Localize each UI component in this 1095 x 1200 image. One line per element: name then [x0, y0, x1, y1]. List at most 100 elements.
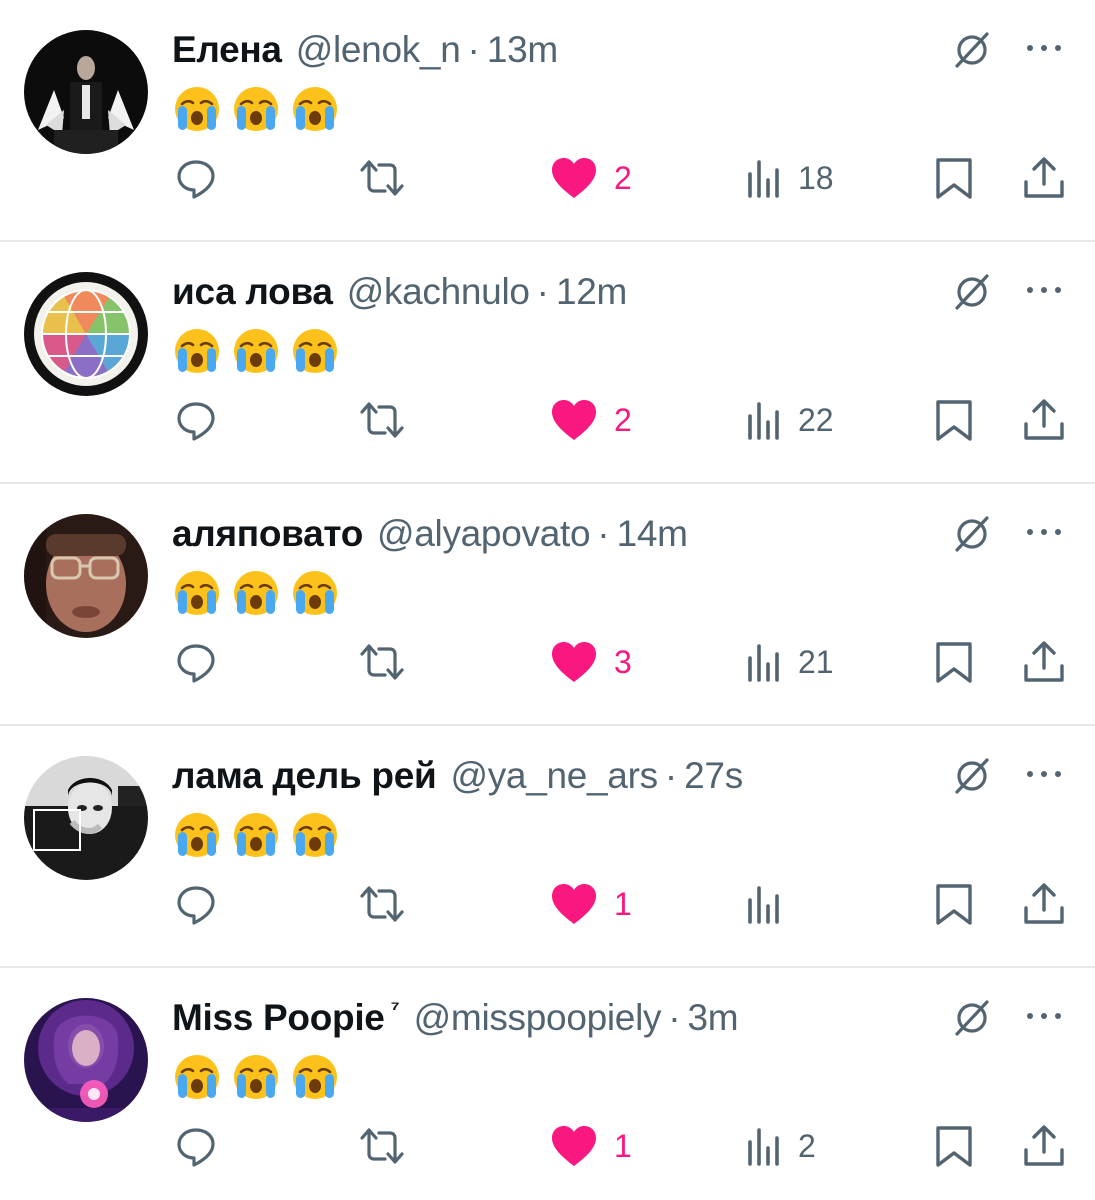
bookmark-button[interactable] — [932, 640, 976, 684]
retweet-button[interactable] — [358, 398, 406, 442]
crying-face-emoji — [231, 326, 281, 376]
tweet[interactable]: Miss Poopie ⁷ @misspoopiely · 3m 1 2 — [0, 968, 1095, 1200]
display-name[interactable]: иса лова — [172, 268, 333, 316]
grok-icon[interactable] — [950, 270, 994, 314]
like-count: 1 — [614, 1128, 632, 1164]
user-handle[interactable]: @misspoopiely — [414, 994, 662, 1042]
analytics-icon — [748, 1128, 779, 1166]
avatar[interactable] — [24, 30, 148, 154]
crying-face-emoji — [290, 810, 340, 860]
grok-icon[interactable] — [950, 754, 994, 798]
display-name[interactable]: лама дель рей — [172, 752, 437, 800]
tweet-text — [172, 810, 340, 858]
tweet-header: Miss Poopie ⁷ @misspoopiely · 3m — [172, 994, 739, 1042]
bookmark-icon — [936, 400, 972, 441]
timestamp[interactable]: 13m — [487, 26, 558, 74]
tweet[interactable]: аляповато @alyapovato · 14m 3 21 — [0, 484, 1095, 726]
bookmark-icon — [936, 158, 972, 199]
tweet[interactable]: иса лова @kachnulo · 12m 2 22 — [0, 242, 1095, 484]
retweet-icon — [360, 1128, 404, 1164]
grok-icon[interactable] — [950, 512, 994, 556]
heart-filled-icon — [552, 400, 596, 440]
user-handle[interactable]: @lenok_n — [296, 26, 461, 74]
display-name[interactable]: Miss Poopie — [172, 994, 385, 1042]
retweet-icon — [360, 160, 404, 196]
like-button[interactable]: 3 — [550, 640, 632, 684]
more-options-icon[interactable] — [1022, 520, 1066, 544]
share-button[interactable] — [1022, 398, 1066, 442]
like-button[interactable]: 1 — [550, 1124, 632, 1168]
more-options-icon[interactable] — [1022, 36, 1066, 60]
user-handle[interactable]: @alyapovato — [377, 510, 591, 558]
views-button[interactable]: 2 — [744, 1124, 816, 1168]
user-handle[interactable]: @ya_ne_ars — [450, 752, 658, 800]
reply-button[interactable] — [174, 1124, 218, 1168]
separator-dot: · — [467, 29, 480, 70]
grok-icon[interactable] — [950, 996, 994, 1040]
display-name[interactable]: Елена — [172, 26, 282, 74]
share-icon — [1024, 883, 1064, 924]
share-button[interactable] — [1022, 156, 1066, 200]
crying-face-emoji — [172, 810, 222, 860]
reply-button[interactable] — [174, 398, 218, 442]
heart-filled-icon — [552, 884, 596, 924]
crying-face-emoji — [172, 326, 222, 376]
like-count: 2 — [614, 402, 632, 438]
reply-button[interactable] — [174, 882, 218, 926]
analytics-icon — [748, 402, 779, 440]
like-button[interactable]: 2 — [550, 156, 632, 200]
heart-filled-icon — [552, 642, 596, 682]
timestamp[interactable]: 14m — [617, 510, 688, 558]
bookmark-button[interactable] — [932, 882, 976, 926]
more-options-icon[interactable] — [1022, 762, 1066, 786]
tweet[interactable]: лама дель рей @ya_ne_ars · 27s 1 — [0, 726, 1095, 968]
display-name[interactable]: аляповато — [172, 510, 363, 558]
timestamp[interactable]: 12m — [556, 268, 627, 316]
more-options-icon[interactable] — [1022, 1004, 1066, 1028]
avatar[interactable] — [24, 272, 148, 396]
like-count: 2 — [614, 160, 632, 196]
grok-icon[interactable] — [950, 28, 994, 72]
tweet-actions: 2 22 — [0, 398, 1095, 442]
timestamp[interactable]: 3m — [688, 994, 739, 1042]
name-badge: ⁷ — [390, 996, 400, 1021]
retweet-button[interactable] — [358, 156, 406, 200]
share-button[interactable] — [1022, 640, 1066, 684]
crying-face-emoji — [172, 568, 222, 618]
views-count: 2 — [798, 1128, 816, 1164]
avatar[interactable] — [24, 514, 148, 638]
views-count: 18 — [798, 160, 834, 196]
reply-button[interactable] — [174, 640, 218, 684]
tweet[interactable]: Елена @lenok_n · 13m 2 18 — [0, 0, 1095, 242]
timestamp[interactable]: 27s — [684, 752, 743, 800]
tweet-header: аляповато @alyapovato · 14m — [172, 510, 688, 558]
avatar[interactable] — [24, 998, 148, 1122]
views-button[interactable]: 18 — [744, 156, 834, 200]
crying-face-emoji — [290, 326, 340, 376]
like-button[interactable]: 2 — [550, 398, 632, 442]
bookmark-button[interactable] — [932, 398, 976, 442]
share-icon — [1024, 641, 1064, 682]
share-button[interactable] — [1022, 1124, 1066, 1168]
like-count: 3 — [614, 644, 632, 680]
share-button[interactable] — [1022, 882, 1066, 926]
views-button[interactable]: 22 — [744, 398, 834, 442]
like-button[interactable]: 1 — [550, 882, 632, 926]
bookmark-icon — [936, 642, 972, 683]
views-button[interactable] — [744, 882, 798, 926]
more-options-icon[interactable] — [1022, 278, 1066, 302]
reply-button[interactable] — [174, 156, 218, 200]
avatar[interactable] — [24, 756, 148, 880]
bookmark-button[interactable] — [932, 156, 976, 200]
analytics-icon — [748, 644, 779, 682]
bookmark-icon — [936, 1126, 972, 1167]
retweet-icon — [360, 644, 404, 680]
retweet-button[interactable] — [358, 882, 406, 926]
views-button[interactable]: 21 — [744, 640, 834, 684]
share-icon — [1024, 157, 1064, 198]
retweet-button[interactable] — [358, 1124, 406, 1168]
crying-face-emoji — [290, 568, 340, 618]
user-handle[interactable]: @kachnulo — [347, 268, 530, 316]
retweet-button[interactable] — [358, 640, 406, 684]
bookmark-button[interactable] — [932, 1124, 976, 1168]
